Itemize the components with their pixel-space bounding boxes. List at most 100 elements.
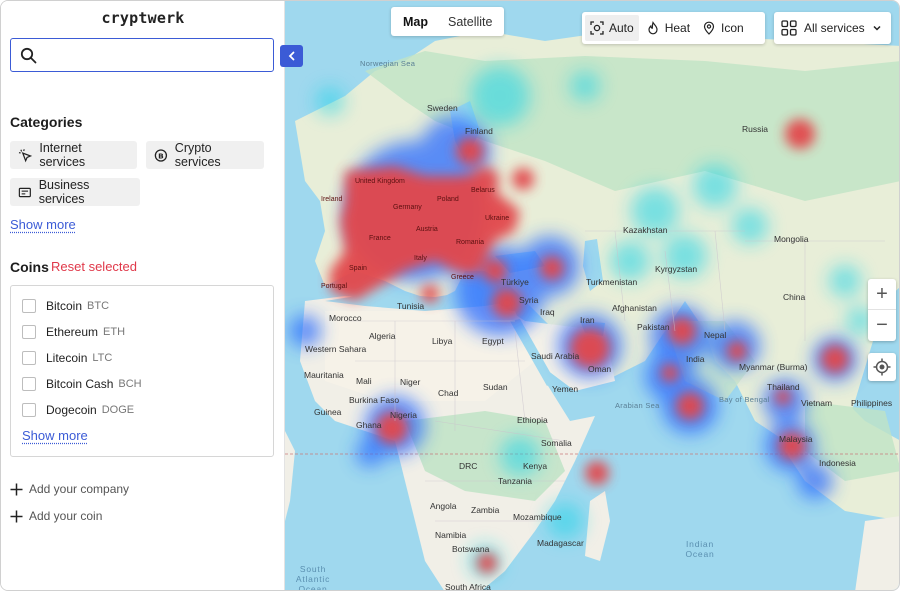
place-label: Oman [588, 364, 612, 374]
categories-show-more-link[interactable]: Show more [10, 217, 76, 232]
place-label: Syria [519, 295, 539, 305]
category-crypto-services[interactable]: B Crypto services [146, 141, 264, 169]
coin-item-ethereum[interactable]: Ethereum ETH [22, 324, 125, 340]
mode-auto-label: Auto [609, 21, 634, 35]
place-label: Egypt [482, 336, 504, 346]
search-icon [20, 47, 37, 64]
place-label: Pakistan [637, 322, 670, 332]
place-label: Arabian Sea [615, 401, 660, 410]
services-dropdown[interactable]: All services [774, 12, 891, 44]
mode-heat-button[interactable]: Heat [641, 15, 695, 41]
place-label: Morocco [329, 313, 362, 323]
place-label: Belarus [471, 187, 495, 194]
cursor-click-icon [18, 148, 33, 162]
auto-mode-icon [590, 21, 604, 35]
place-label: Saudi Arabia [531, 351, 580, 361]
coins-list: Bitcoin BTC Ethereum ETH Litecoin LTC Bi… [10, 285, 274, 457]
place-label: Poland [437, 196, 459, 203]
coins-title: Coins [10, 259, 49, 275]
search-input[interactable] [45, 45, 265, 65]
map-canvas[interactable] [285, 1, 900, 591]
category-internet-services[interactable]: Internet services [10, 141, 137, 169]
place-label: Libya [432, 336, 453, 346]
checkbox[interactable] [22, 299, 36, 313]
place-label: South Africa [445, 582, 491, 591]
coin-item-bitcoin[interactable]: Bitcoin BTC [22, 298, 109, 314]
checkbox[interactable] [22, 351, 36, 365]
place-label: Sudan [483, 382, 508, 392]
place-label: Western Sahara [305, 344, 367, 354]
place-label: Tanzania [498, 476, 533, 486]
place-label: Ireland [321, 196, 343, 203]
checkbox[interactable] [22, 377, 36, 391]
coin-item-bitcoin-cash[interactable]: Bitcoin Cash BCH [22, 376, 142, 392]
coin-ticker: DOGE [101, 404, 135, 416]
place-label: Algeria [369, 331, 396, 341]
place-label: China [783, 292, 806, 302]
place-label: Turkmenistan [586, 277, 638, 287]
mode-auto-button[interactable]: Auto [585, 15, 639, 41]
place-label: Mali [356, 376, 372, 386]
plus-icon [10, 483, 23, 495]
category-business-services[interactable]: Business services [10, 178, 140, 206]
coin-item-litecoin[interactable]: Litecoin LTC [22, 350, 112, 366]
place-label: Mauritania [304, 370, 344, 380]
place-label: Madagascar [537, 538, 584, 548]
category-label: Internet services [39, 141, 86, 169]
place-label: Thailand [767, 382, 800, 392]
place-label: France [369, 235, 391, 242]
place-label: Sweden [427, 103, 458, 113]
search-box[interactable] [10, 38, 274, 72]
checkbox[interactable] [22, 403, 36, 417]
place-label: Philippines [851, 398, 893, 408]
place-label: Portugal [321, 283, 348, 290]
map-view[interactable]: Norwegian Sea Sweden Finland Russia Unit… [285, 1, 900, 591]
place-label: Somalia [541, 438, 572, 448]
place-label: Burkina Faso [349, 395, 400, 405]
place-label: Iraq [540, 307, 555, 317]
flame-icon [648, 21, 658, 35]
coin-name: Litecoin [46, 351, 88, 365]
place-label: Norwegian Sea [360, 59, 416, 68]
add-company-link[interactable]: Add your company [10, 482, 129, 496]
locate-icon [873, 358, 891, 376]
place-label: Guinea [314, 407, 342, 417]
reset-selected-link[interactable]: Reset selected [51, 259, 137, 274]
place-label: Tunisia [397, 301, 425, 311]
zoom-out-button[interactable]: − [868, 310, 896, 341]
category-label: Crypto services [174, 141, 221, 169]
zoom-in-button[interactable]: + [868, 279, 896, 310]
place-label: Yemen [552, 384, 579, 394]
map-type-satellite-button[interactable]: Satellite [438, 9, 502, 34]
logo[interactable]: cryptwerk [1, 9, 285, 27]
place-label: DRC [459, 461, 478, 471]
chevron-down-icon [873, 25, 881, 31]
place-label: South Atlantic Ocean [295, 564, 331, 591]
mode-icon-button[interactable]: Icon [697, 15, 749, 41]
coin-item-dogecoin[interactable]: Dogecoin DOGE [22, 402, 134, 418]
chevron-left-icon [288, 51, 294, 61]
sidebar: cryptwerk Categories Internet services B… [1, 1, 285, 590]
coin-ticker: BCH [118, 378, 142, 390]
place-label: Kazakhstan [623, 225, 668, 235]
add-coin-label: Add your coin [29, 509, 103, 523]
my-location-button[interactable] [868, 353, 896, 381]
coins-show-more-link[interactable]: Show more [22, 428, 88, 443]
checkbox[interactable] [22, 325, 36, 339]
map-type-map-button[interactable]: Map [393, 9, 438, 34]
place-label: Chad [438, 388, 459, 398]
place-label: Italy [414, 255, 427, 262]
place-label: Kenya [523, 461, 548, 471]
place-label: Iran [580, 315, 595, 325]
services-dropdown-label: All services [804, 21, 865, 35]
coin-name: Ethereum [46, 325, 99, 339]
place-label: Russia [742, 124, 768, 134]
place-label: Bay of Bengal [719, 395, 770, 404]
place-label: Ethiopia [517, 415, 548, 425]
place-label: Botswana [452, 544, 490, 554]
add-coin-link[interactable]: Add your coin [10, 509, 102, 523]
place-label: Vietnam [801, 398, 833, 408]
collapse-sidebar-button[interactable] [280, 45, 303, 67]
place-label: Indonesia [819, 458, 856, 468]
place-label: Ukraine [485, 215, 510, 222]
